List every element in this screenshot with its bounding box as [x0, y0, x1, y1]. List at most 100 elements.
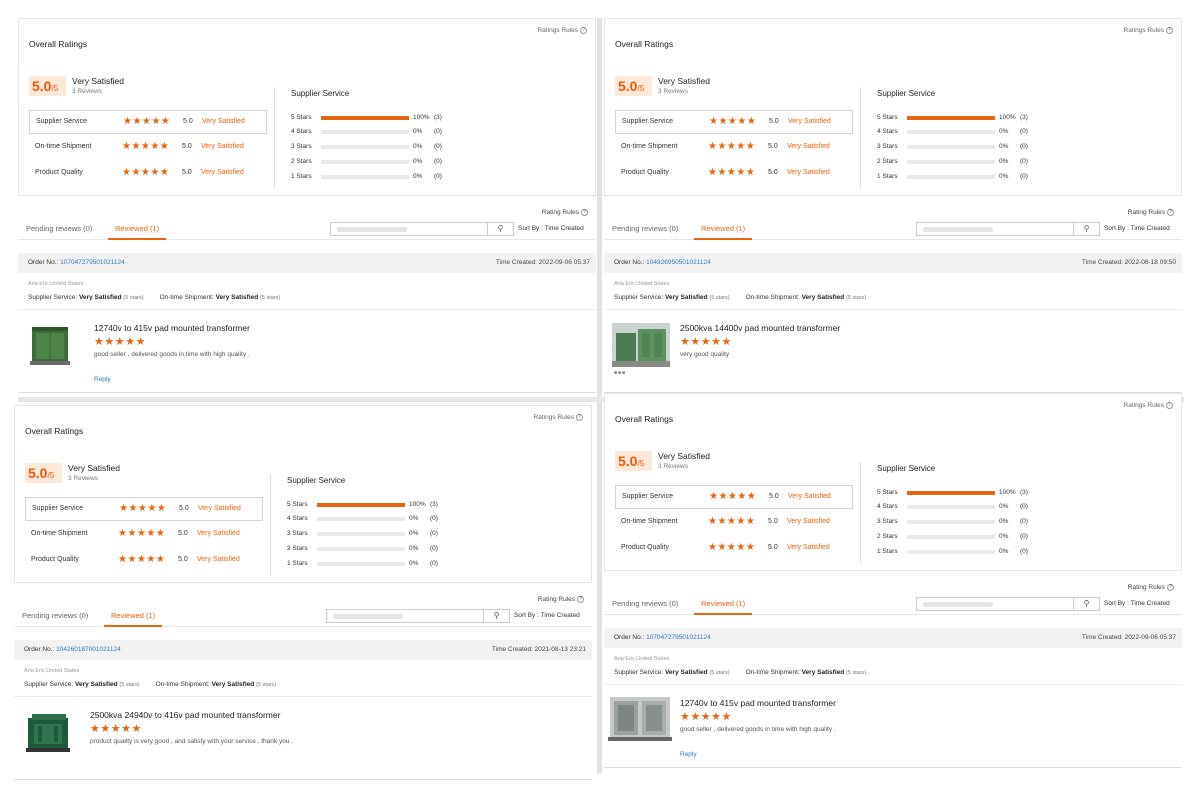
- reply-link[interactable]: Reply: [94, 376, 111, 383]
- category-row[interactable]: Product Quality ★★★★★ 5.0 Very Satisfied: [615, 162, 853, 186]
- score-max: /5: [637, 84, 645, 93]
- review-panel: Overall Ratings Ratings Rules? 5.0/5 Ver…: [604, 18, 1182, 393]
- product-title[interactable]: 12740v to 415v pad mounted transformer: [94, 323, 250, 333]
- distribution-count: (0): [434, 158, 442, 165]
- category-row[interactable]: On-time Shipment ★★★★★ 5.0 Very Satisfied: [29, 136, 267, 160]
- distribution-row: 4 Stars 0% (0): [291, 127, 481, 137]
- distribution-bar: [907, 130, 995, 134]
- category-row[interactable]: On-time Shipment ★★★★★ 5.0 Very Satisfied: [615, 511, 853, 535]
- help-icon: ?: [576, 414, 583, 421]
- star-level-label: 5 Stars: [287, 501, 308, 508]
- product-thumbnail[interactable]: [608, 693, 672, 743]
- product-thumbnail[interactable]: [612, 323, 670, 367]
- product-thumbnail[interactable]: [28, 323, 72, 367]
- supplier-service-label: Supplier Service:: [614, 669, 664, 676]
- product-title[interactable]: 12740v to 415v pad mounted transformer: [680, 698, 836, 708]
- distribution-count: (0): [1020, 173, 1028, 180]
- distribution-bar: [907, 160, 995, 164]
- order-search-input[interactable]: [330, 222, 488, 236]
- tab-pending-reviews[interactable]: Pending reviews (0): [26, 224, 92, 233]
- category-row[interactable]: Supplier Service ★★★★★ 5.0 Very Satisfied: [29, 110, 267, 134]
- divider: [604, 767, 1182, 768]
- distribution-percent: 0%: [999, 158, 1009, 165]
- distribution-row: 5 Stars 100% (3): [877, 488, 1067, 498]
- distribution-bar-fill: [907, 116, 995, 120]
- sort-by-select[interactable]: Sort By : Time Created: [1104, 600, 1170, 607]
- service-ratings-line: Supplier Service: Very Satisfied (5 star…: [614, 294, 1174, 301]
- reviews-count: 3 Reviews: [658, 463, 688, 470]
- tab-pending-reviews[interactable]: Pending reviews (0): [22, 611, 88, 620]
- ratings-rules-link[interactable]: Ratings Rules?: [1124, 402, 1173, 409]
- product-title[interactable]: 2500kva 24940v to 416v pad mounted trans…: [90, 710, 280, 720]
- distribution-bar: [321, 175, 409, 179]
- tab-reviewed[interactable]: Reviewed (1): [694, 224, 753, 240]
- category-row[interactable]: On-time Shipment ★★★★★ 5.0 Very Satisfied: [25, 523, 263, 547]
- rating-rules-link[interactable]: Rating Rules?: [542, 209, 588, 216]
- distribution-bar: [317, 517, 405, 521]
- sort-by-select[interactable]: Sort By : Time Created: [1104, 225, 1170, 232]
- order-search-input[interactable]: [916, 222, 1074, 236]
- order-number-link[interactable]: 104926950501021124: [646, 259, 711, 266]
- ratings-rules-link[interactable]: Ratings Rules?: [1124, 27, 1173, 34]
- category-row[interactable]: On-time Shipment ★★★★★ 5.0 Very Satisfied: [615, 136, 853, 160]
- rating-rules-link[interactable]: Rating Rules?: [538, 596, 584, 603]
- category-row[interactable]: Supplier Service ★★★★★ 5.0 Very Satisfied: [25, 497, 263, 521]
- tab-pending-reviews[interactable]: Pending reviews (0): [612, 599, 678, 608]
- ratings-rules-link[interactable]: Ratings Rules?: [538, 27, 587, 34]
- order-number-link[interactable]: 107047279501021124: [646, 634, 711, 641]
- category-score: 5.0: [182, 169, 192, 176]
- review-panel: Overall Ratings Ratings Rules? 5.0/5 Ver…: [604, 393, 1182, 768]
- shipment-stars: (5 stars): [846, 670, 867, 676]
- category-score: 5.0: [183, 118, 193, 125]
- search-icon[interactable]: ⚲: [1074, 222, 1100, 236]
- distribution-bar: [321, 116, 409, 120]
- tab-reviewed[interactable]: Reviewed (1): [104, 611, 163, 627]
- tab-pending-reviews[interactable]: Pending reviews (0): [612, 224, 678, 233]
- help-icon: ?: [1166, 402, 1173, 409]
- order-number-link[interactable]: 104260187001021124: [56, 646, 121, 653]
- score-value: 5.0: [32, 78, 52, 94]
- order-number: Order No.: 104260187001021124: [24, 646, 121, 653]
- tab-reviewed[interactable]: Reviewed (1): [108, 224, 167, 240]
- star-level-label: 3 Stars: [877, 518, 898, 525]
- category-name: Product Quality: [621, 169, 669, 176]
- order-search-input[interactable]: [916, 597, 1074, 611]
- ratings-rules-link[interactable]: Ratings Rules?: [534, 414, 583, 421]
- order-number-link[interactable]: 107047279501021124: [60, 259, 125, 266]
- product-title[interactable]: 2500kva 14400v pad mounted transformer: [680, 323, 840, 333]
- distribution-percent: 100%: [409, 501, 426, 508]
- category-row[interactable]: Product Quality ★★★★★ 5.0 Very Satisfied: [25, 549, 263, 573]
- distribution-count: (0): [434, 128, 442, 135]
- category-score: 5.0: [769, 493, 779, 500]
- category-name: Supplier Service: [622, 118, 673, 125]
- search-icon[interactable]: ⚲: [484, 609, 510, 623]
- sort-by-select[interactable]: Sort By : Time Created: [514, 612, 580, 619]
- satisfaction-label: Very Satisfied: [72, 76, 124, 86]
- search-query: [923, 227, 993, 232]
- rating-rules-link[interactable]: Rating Rules?: [1128, 209, 1174, 216]
- star-rating-icon: ★★★★★: [708, 516, 756, 527]
- review-comment: good seller , delivered goods in time wi…: [94, 351, 250, 358]
- tab-reviewed[interactable]: Reviewed (1): [694, 599, 753, 615]
- category-row[interactable]: Product Quality ★★★★★ 5.0 Very Satisfied: [29, 162, 267, 186]
- search-icon[interactable]: ⚲: [488, 222, 514, 236]
- divider: [860, 462, 861, 564]
- overall-score: 5.0/5: [25, 463, 62, 483]
- product-thumbnail[interactable]: [24, 710, 70, 754]
- order-search-input[interactable]: [326, 609, 484, 623]
- rating-rules-label: Rating Rules: [537, 596, 575, 604]
- satisfaction-label: Very Satisfied: [658, 451, 710, 461]
- distribution-bar-fill: [321, 116, 409, 120]
- order-label: Order No.:: [614, 634, 645, 641]
- sort-by-select[interactable]: Sort By : Time Created: [518, 225, 584, 232]
- star-rating-icon: ★★★★★: [708, 141, 756, 152]
- image-indicator: ■■■: [614, 370, 627, 376]
- rating-rules-link[interactable]: Rating Rules?: [1128, 584, 1174, 591]
- category-row[interactable]: Supplier Service ★★★★★ 5.0 Very Satisfied: [615, 485, 853, 509]
- category-row[interactable]: Supplier Service ★★★★★ 5.0 Very Satisfied: [615, 110, 853, 134]
- category-score: 5.0: [182, 143, 192, 150]
- category-row[interactable]: Product Quality ★★★★★ 5.0 Very Satisfied: [615, 537, 853, 561]
- reply-link[interactable]: Reply: [680, 751, 697, 758]
- distribution-count: (0): [1020, 518, 1028, 525]
- search-icon[interactable]: ⚲: [1074, 597, 1100, 611]
